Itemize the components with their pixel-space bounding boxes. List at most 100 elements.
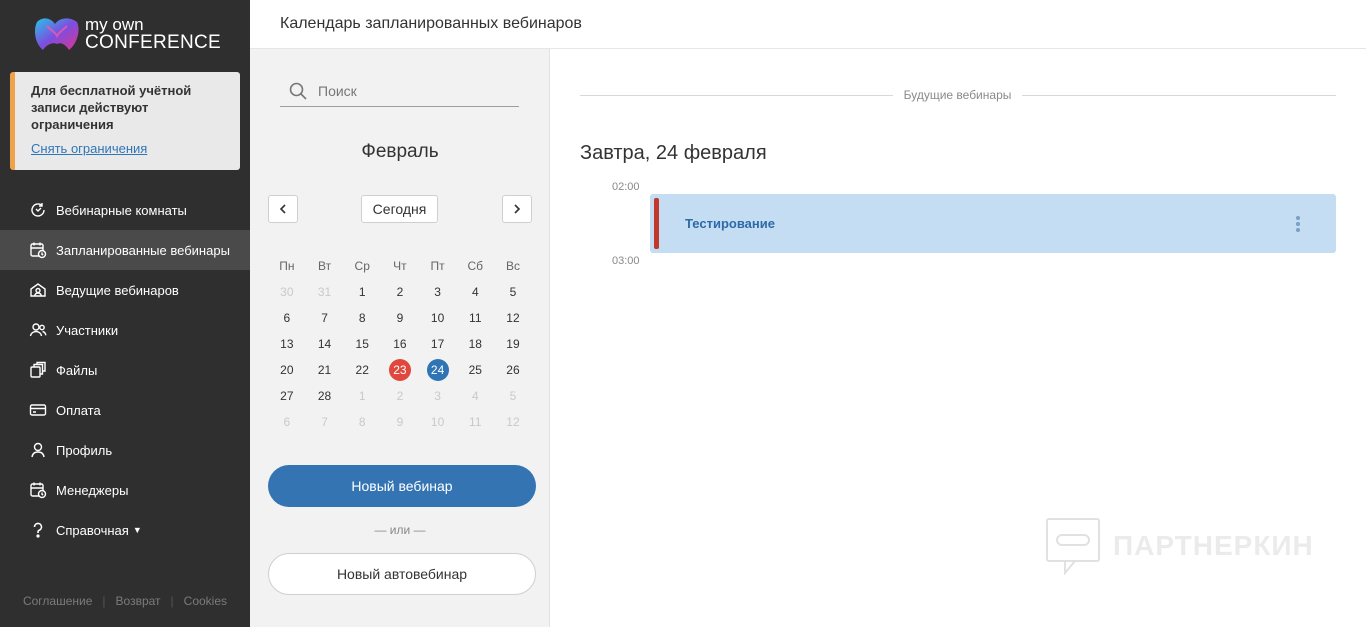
calendar-day[interactable]: 11 (456, 411, 494, 433)
sidebar-item-managers[interactable]: Менеджеры (0, 470, 250, 510)
more-options-icon[interactable] (1292, 214, 1304, 234)
sidebar-item-label: Вебинарные комнаты (56, 202, 187, 218)
watermark: ПАРТНЕРКИН (1045, 517, 1314, 575)
agreement-link[interactable]: Соглашение (13, 594, 102, 608)
calendar-day[interactable]: 14 (306, 333, 344, 355)
calendar-day[interactable]: 9 (381, 411, 419, 433)
remove-limits-link[interactable]: Снять ограничения (31, 141, 228, 156)
section-divider (580, 95, 893, 96)
new-webinar-button[interactable]: Новый вебинар (268, 465, 536, 507)
calendar-day[interactable]: 15 (343, 333, 381, 355)
logo-icon (35, 18, 79, 50)
account-limit-notice: Для бесплатной учётной записи действуют … (10, 72, 240, 170)
weekday-header: Пн Вт Ср Чт Пт Сб Вс (268, 259, 532, 273)
help-icon (29, 521, 47, 539)
users-icon (29, 321, 47, 339)
calendar-day[interactable]: 10 (419, 411, 457, 433)
calendar-day[interactable]: 7 (306, 307, 344, 329)
calendar-day[interactable]: 2 (381, 385, 419, 407)
calendar-day[interactable]: 7 (306, 411, 344, 433)
calendar-day[interactable]: 10 (419, 307, 457, 329)
calendar-day[interactable]: 6 (268, 307, 306, 329)
calendar-day[interactable]: 1 (343, 385, 381, 407)
section-label: Будущие вебинары (903, 88, 1012, 102)
day-number: 23 (388, 359, 411, 381)
logo[interactable]: my own CONFERENCE (33, 14, 221, 54)
calendar-day[interactable]: 19 (494, 333, 532, 355)
cookies-link[interactable]: Cookies (174, 594, 237, 608)
refund-link[interactable]: Возврат (106, 594, 171, 608)
chevron-down-icon: ▼ (132, 525, 142, 535)
sidebar-item-payment[interactable]: Оплата (0, 390, 250, 430)
page-header: Календарь запланированных вебинаров (250, 0, 1366, 49)
sidebar-item-label: Профиль (56, 442, 113, 458)
calendar-day[interactable]: 8 (343, 307, 381, 329)
calendar-day[interactable]: 22 (343, 359, 381, 381)
weekday-label: Сб (467, 259, 484, 273)
event-title[interactable]: Тестирование (685, 216, 775, 231)
prev-month-button[interactable] (268, 195, 298, 223)
month-title: Февраль (361, 141, 439, 162)
weekday-label: Чт (393, 259, 407, 273)
calendar-day[interactable]: 9 (381, 307, 419, 329)
calendar-day[interactable]: 12 (494, 411, 532, 433)
calendar-day[interactable]: 4 (456, 281, 494, 303)
calendar-day[interactable]: 13 (268, 333, 306, 355)
today-button[interactable]: Сегодня (361, 195, 438, 223)
calendar-day[interactable]: 16 (381, 333, 419, 355)
sidebar-item-participants[interactable]: Участники (0, 310, 250, 350)
calendar-clock-icon (29, 241, 47, 259)
calendar-day[interactable]: 31 (306, 281, 344, 303)
time-label: 02:00 (612, 181, 640, 193)
next-month-button[interactable] (502, 195, 532, 223)
calendar-day[interactable]: 5 (494, 385, 532, 407)
calendar-week-row: 30 31 1 2 3 4 5 (268, 279, 532, 305)
calendar-day-selected[interactable]: 24 (419, 359, 457, 381)
sidebar-item-label: Запланированные вебинары (56, 242, 230, 258)
sidebar-item-label: Ведущие вебинаров (56, 282, 179, 298)
webinar-event[interactable]: Тестирование (650, 194, 1336, 253)
calendar-day[interactable]: 20 (268, 359, 306, 381)
calendar-day[interactable]: 17 (419, 333, 457, 355)
sidebar-item-presenters[interactable]: Ведущие вебинаров (0, 270, 250, 310)
calendar-day[interactable]: 2 (381, 281, 419, 303)
calendar-day[interactable]: 28 (306, 385, 344, 407)
notice-text: Для бесплатной учётной записи действуют … (31, 83, 192, 132)
event-status-bar (654, 198, 659, 249)
calendar-day[interactable]: 26 (494, 359, 532, 381)
calendar-day[interactable]: 4 (456, 385, 494, 407)
calendar-day[interactable]: 27 (268, 385, 306, 407)
calendar-day[interactable]: 12 (494, 307, 532, 329)
sidebar-item-scheduled-webinars[interactable]: Запланированные вебинары (0, 230, 250, 270)
new-autowebinar-button[interactable]: Новый автовебинар (268, 553, 536, 595)
sidebar-item-files[interactable]: Файлы (0, 350, 250, 390)
calendar-day-today[interactable]: 23 (381, 359, 419, 381)
calendar-day[interactable]: 6 (268, 411, 306, 433)
calendar-day[interactable]: 1 (343, 281, 381, 303)
calendar-day[interactable]: 3 (419, 281, 457, 303)
sidebar: my own CONFERENCE Для бесплатной учётной… (0, 0, 250, 627)
calendar-day[interactable]: 8 (343, 411, 381, 433)
calendar-day[interactable]: 5 (494, 281, 532, 303)
chevron-right-icon (514, 204, 521, 214)
sidebar-item-profile[interactable]: Профиль (0, 430, 250, 470)
search-icon (289, 82, 307, 100)
chevron-left-icon (279, 204, 286, 214)
calendar-day[interactable]: 18 (456, 333, 494, 355)
calendar-day[interactable]: 30 (268, 281, 306, 303)
sidebar-item-help[interactable]: Справочная ▼ (0, 510, 250, 550)
or-separator: — или — (374, 523, 426, 537)
calendar-week-row: 20 21 22 23 24 25 26 (268, 357, 532, 383)
managers-icon (29, 481, 47, 499)
sidebar-footer: Соглашение | Возврат | Cookies (0, 594, 250, 608)
calendar-day[interactable]: 11 (456, 307, 494, 329)
sidebar-item-label: Менеджеры (56, 482, 129, 498)
sidebar-nav: Вебинарные комнаты Запланированные вебин… (0, 190, 250, 550)
calendar-day[interactable]: 25 (456, 359, 494, 381)
calendar-week-row: 6 7 8 9 10 11 12 (268, 409, 532, 435)
search-input[interactable] (318, 82, 498, 99)
calendar-day[interactable]: 21 (306, 359, 344, 381)
sidebar-item-webinar-rooms[interactable]: Вебинарные комнаты (0, 190, 250, 230)
calendar-day[interactable]: 3 (419, 385, 457, 407)
logo-line2: CONFERENCE (85, 32, 222, 53)
